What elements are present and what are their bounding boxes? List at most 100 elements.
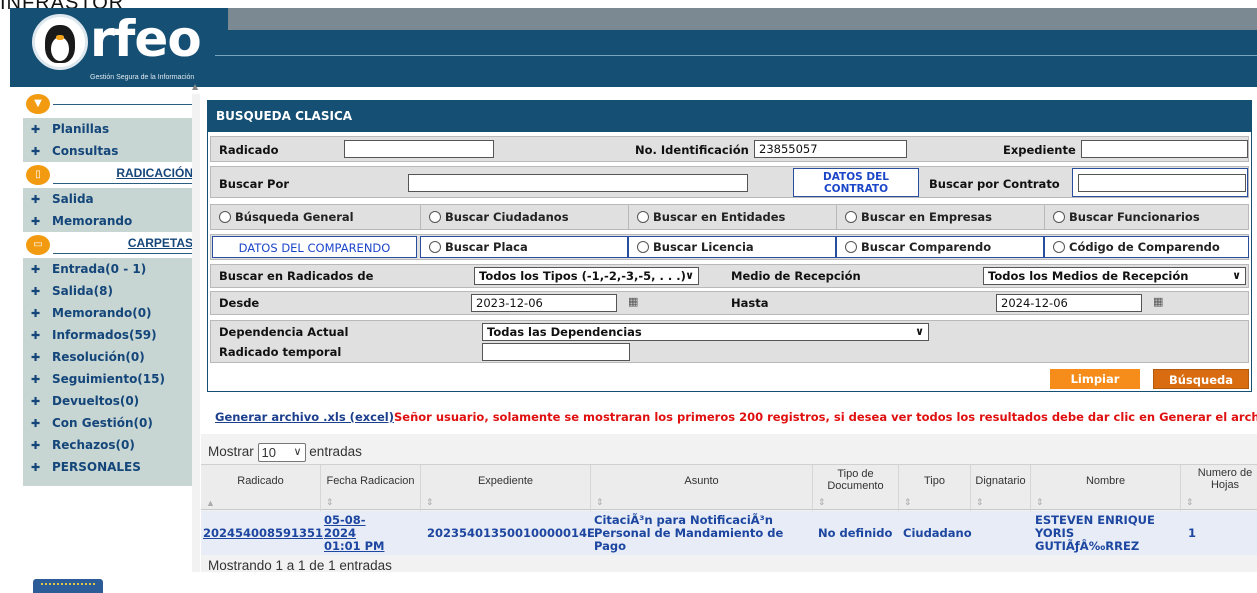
radio-circle-icon [637,211,649,223]
buscar-por-contrato-label: Buscar por Contrato [929,177,1060,191]
table-header: Radicado ▲ Fecha Radicacion ⇕ Expediente ⇕ … [201,464,1257,511]
limpiar-button[interactable]: Limpiar [1050,369,1140,389]
sort-icon: ⇕ [904,497,912,507]
plus-icon: ✚ [31,215,41,228]
section-radicacion[interactable]: ▯ RADICACIÓN [23,162,193,188]
tipo-cell: Ciudadano [903,525,972,540]
expediente-label: Expediente [1003,143,1076,157]
fecha-link[interactable]: 05-08-2024 01:01 PM [324,513,388,553]
buscar-por-input[interactable] [408,174,748,192]
export-message: Generar archivo .xls (excel)Señor usuari… [215,410,1257,424]
page-size-select[interactable]: 10 ∨ [257,443,306,462]
plus-icon: ✚ [31,351,41,364]
col-tipo-documento[interactable]: Tipo de Documento ⇕ [813,465,899,511]
radicado-label: Radicado [219,143,279,157]
expediente-input[interactable] [1081,140,1248,158]
sidebar-scrollbar[interactable]: ▲ [192,82,200,572]
sidebar-item-rechazos[interactable]: ✚ Rechazos(0) [23,434,193,456]
sidebar-item-memorando[interactable]: ✚ Memorando [23,210,193,232]
sidebar-item-entrada[interactable]: ✚ Entrada(0 - 1) [23,258,193,280]
sort-icon: ⇕ [326,497,334,507]
radio-buscar-empresas[interactable]: Buscar en Empresas [836,205,1044,229]
tipo-documento-cell: No definido [818,525,893,540]
radio-buscar-funcionarios[interactable]: Buscar Funcionarios [1044,205,1249,229]
buscar-por-contrato-input[interactable] [1078,174,1246,192]
col-fecha[interactable]: Fecha Radicacion ⇕ [321,465,421,511]
sidebar-item-planillas[interactable]: ✚ Planillas [23,118,193,140]
sort-icon: ⇕ [818,497,826,507]
radio-codigo-comparendo[interactable]: Código de Comparendo [1044,236,1249,258]
table-row: 202454008591351 05-08-2024 01:01 PM 2023… [201,511,1257,555]
radio-buscar-placa[interactable]: Buscar Placa [420,236,628,258]
col-expediente[interactable]: Expediente ⇕ [421,465,591,511]
desde-date-input[interactable]: 2023-12-06 [471,294,617,312]
folder-icon: ▭ [26,235,50,255]
sort-icon: ▲ [206,498,215,508]
row-fechas: Desde 2023-12-06 ▦ Hasta 2024-12-06 ▦ [210,291,1249,315]
sidebar-item-informados[interactable]: ✚ Informados(59) [23,324,193,346]
section-carpetas[interactable]: ▭ CARPETAS [23,232,193,258]
sort-icon: ⇕ [596,497,604,507]
header-divider [215,55,1257,56]
tipos-select[interactable]: Todos los Tipos (-1,-2,-3,-5, . . .) ∨ [474,267,699,285]
radio-busqueda-general[interactable]: Búsqueda General [211,205,420,229]
search-form: BUSQUEDA CLASICA Radicado No. Identifica… [207,100,1252,392]
radicado-temporal-label: Radicado temporal [219,345,342,359]
radio-buscar-comparendo[interactable]: Buscar Comparendo [836,236,1044,258]
plus-icon: ✚ [31,123,41,136]
row-buscar-por: Buscar Por DATOS DEL CONTRATO Buscar por… [210,166,1249,198]
radio-circle-icon [1053,211,1065,223]
col-radicado[interactable]: Radicado ▲ [201,465,321,511]
sidebar-item-resolucion[interactable]: ✚ Resolución(0) [23,346,193,368]
radio-circle-icon [429,211,441,223]
radio-circle-icon [845,241,857,253]
hasta-label: Hasta [731,296,769,310]
datos-contrato-label: DATOS DEL CONTRATO [793,168,919,197]
sidebar-item-consultas[interactable]: ✚ Consultas [23,140,193,162]
sidebar-item-personales[interactable]: ✚ PERSONALES [23,456,193,478]
sidebar-item-memorando-carpeta[interactable]: ✚ Memorando(0) [23,302,193,324]
calendar-icon[interactable]: ▦ [628,295,638,308]
plus-icon: ✚ [31,329,41,342]
sidebar-item-salida-carpeta[interactable]: ✚ Salida(8) [23,280,193,302]
col-hojas[interactable]: Numero de Hojas ⇕ [1181,465,1257,511]
sidebar-item-salida[interactable]: ✚ Salida [23,188,193,210]
sidebar-item-devueltos[interactable]: ✚ Devueltos(0) [23,390,193,412]
medio-recepcion-select[interactable]: Todos los Medios de Recepción ∨ [983,267,1246,285]
collapse-toggle-icon[interactable]: ▼ [26,94,50,114]
radio-buscar-licencia[interactable]: Buscar Licencia [628,236,836,258]
nombre-cell: ESTEVEN ENRIQUE YORIS GUTIÃƒÂ‰RREZ [1035,512,1155,553]
radicado-temporal-input[interactable] [482,343,630,361]
page-size-control: Mostrar 10 ∨ entradas [208,443,362,462]
radio-circle-icon [429,241,441,253]
chevron-down-icon: ∨ [915,325,924,338]
sidebar-item-con-gestion[interactable]: ✚ Con Gestión(0) [23,412,193,434]
generar-xls-link[interactable]: Generar archivo .xls (excel) [215,410,394,424]
radicado-input[interactable] [344,140,494,158]
plus-icon: ✚ [31,417,41,430]
radio-buscar-ciudadanos[interactable]: Buscar Ciudadanos [420,205,628,229]
radio-buscar-entidades[interactable]: Buscar en Entidades [628,205,836,229]
row-buscar-radicados: Buscar en Radicados de Todos los Tipos (… [210,264,1249,288]
radicado-link[interactable]: 202454008591351 [203,526,323,540]
plus-icon: ✚ [31,439,41,452]
desde-label: Desde [219,296,260,310]
col-nombre[interactable]: Nombre ⇕ [1031,465,1181,511]
busqueda-button[interactable]: Búsqueda [1153,369,1249,389]
sidebar-item-seguimiento[interactable]: ✚ Seguimiento(15) [23,368,193,390]
row-radios-1: Búsqueda General Buscar Ciudadanos Busca… [210,204,1249,230]
hasta-date-input[interactable]: 2024-12-06 [996,294,1142,312]
col-dignatario[interactable]: Dignatario ⇕ [971,465,1031,511]
no-identificacion-input[interactable]: 23855057 [754,140,907,158]
results-table: Mostrar 10 ∨ entradas Radicado ▲ Fecha Rad… [201,434,1257,573]
section-carpetas-label[interactable]: CARPETAS [128,236,193,250]
orfeo-logo-icon [32,14,88,70]
plus-icon: ✚ [31,373,41,386]
col-asunto[interactable]: Asunto ⇕ [591,465,813,511]
calendar-icon[interactable]: ▦ [1153,295,1163,308]
header-top-strip [228,8,1257,30]
col-tipo[interactable]: Tipo ⇕ [899,465,971,511]
section-radicacion-label[interactable]: RADICACIÓN [116,166,193,180]
dependencia-select[interactable]: Todas las Dependencias ∨ [482,323,929,341]
chevron-down-icon: ∨ [293,446,302,458]
